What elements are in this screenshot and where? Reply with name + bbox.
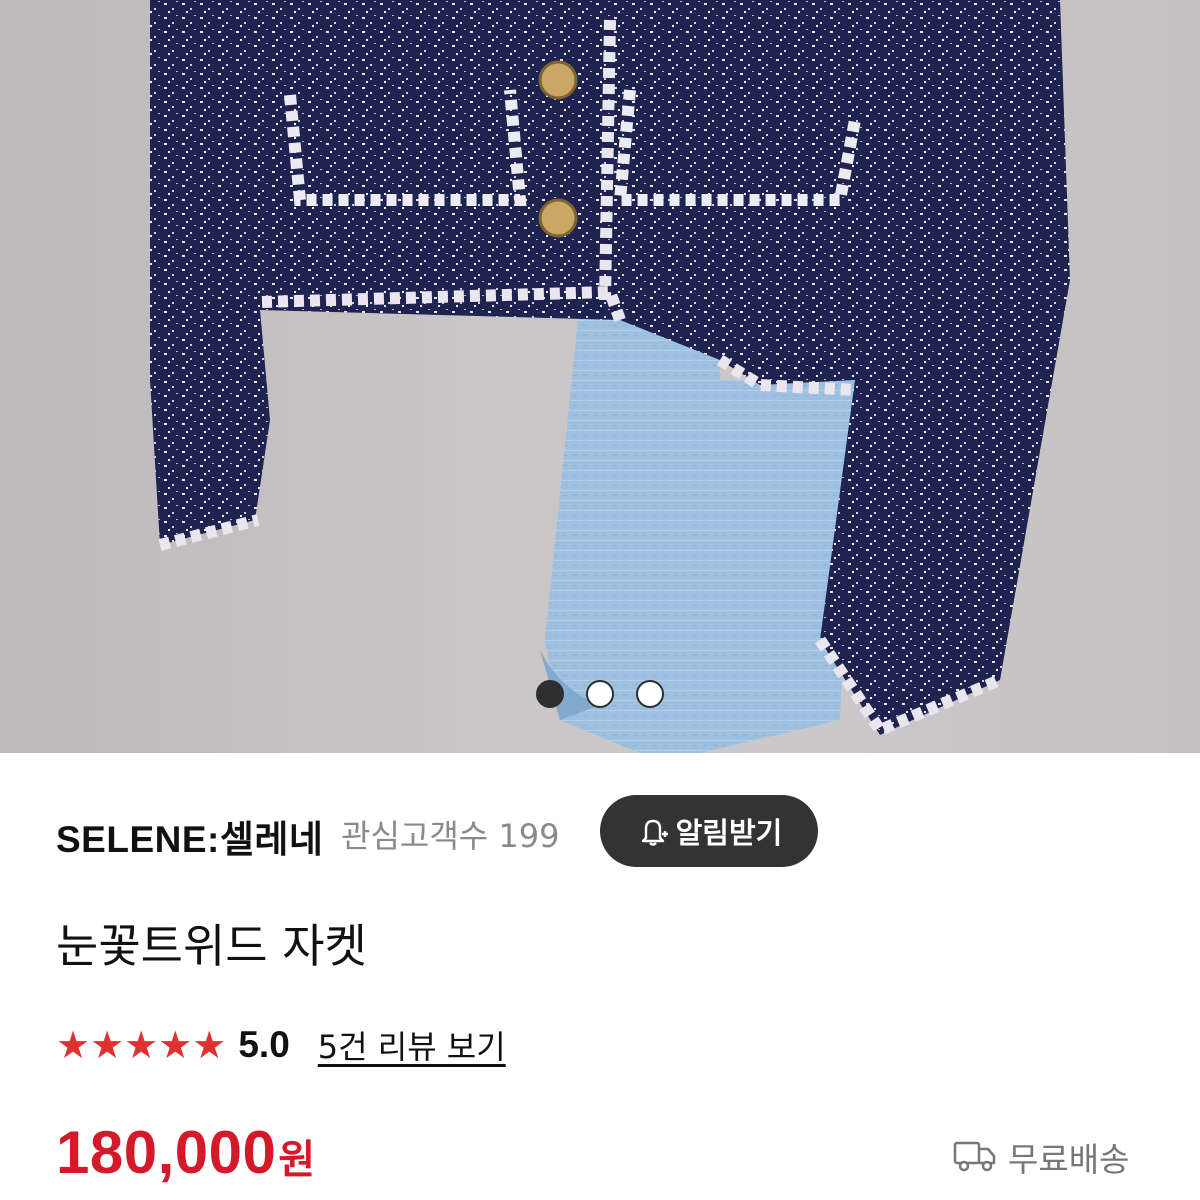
- notify-button[interactable]: 알림받기: [600, 795, 818, 867]
- product-title: 눈꽃트위드 자켓: [56, 919, 367, 973]
- carousel-dot-1[interactable]: [536, 680, 564, 708]
- shipping-label: 무료배송: [1008, 1140, 1130, 1179]
- price-currency: 원: [278, 1137, 316, 1183]
- bell-plus-icon: [636, 814, 670, 848]
- price-row: 180,000 원: [56, 1118, 315, 1198]
- rating-row: ★★★★★ 5.0 5건 리뷰 보기: [56, 1020, 506, 1070]
- rating-score: 5.0: [238, 1024, 290, 1065]
- product-image-carousel[interactable]: [0, 0, 1200, 753]
- shipping-info: 무료배송: [952, 1132, 1129, 1182]
- carousel-indicators: [0, 680, 1200, 710]
- review-link[interactable]: 5건 리뷰 보기: [318, 1022, 506, 1068]
- carousel-dot-3[interactable]: [636, 680, 664, 708]
- carousel-dot-2[interactable]: [586, 680, 614, 708]
- product-photo: [150, 0, 1070, 753]
- notify-button-label: 알림받기: [675, 816, 783, 850]
- price-value: 180,000: [56, 1119, 277, 1186]
- follower-count: 관심고객수 199: [341, 817, 560, 855]
- seller-name[interactable]: SELENE:셀레네: [56, 809, 323, 863]
- truck-icon: [952, 1135, 998, 1179]
- seller-row: SELENE:셀레네 관심고객수 199 알림받기: [56, 795, 1156, 867]
- rating-stars: ★★★★★: [56, 1023, 227, 1067]
